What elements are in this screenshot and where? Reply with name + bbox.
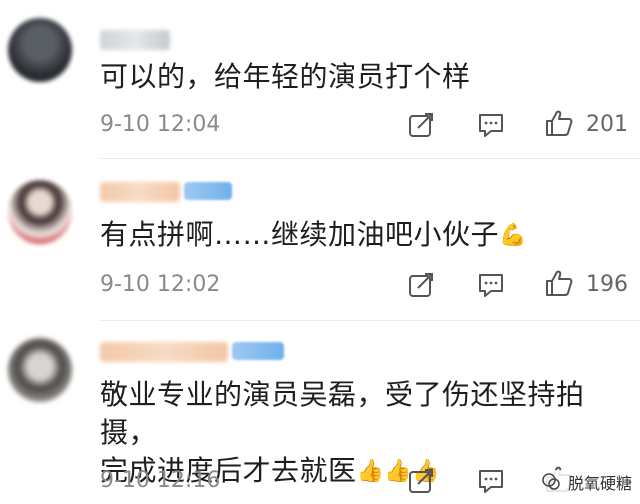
- vip-badge: [232, 342, 284, 360]
- comment-text-line-1: 敬业专业的演员吴磊，受了伤还坚持拍摄，: [100, 378, 585, 449]
- comment-2: 有点拼啊……继续加油吧小伙子💪 9-10 12:02 196: [0, 160, 640, 320]
- username[interactable]: [100, 182, 180, 202]
- watermark: 脱氧硬糖: [539, 470, 632, 494]
- divider: [100, 158, 640, 159]
- comment-text-body: 有点拼啊……继续加油吧小伙子: [100, 218, 500, 251]
- avatar[interactable]: [8, 180, 72, 244]
- repost-icon[interactable]: [406, 270, 436, 300]
- wechat-icon: [542, 473, 560, 490]
- repost-icon[interactable]: [406, 466, 436, 496]
- thumbs-up-icon[interactable]: [544, 108, 574, 138]
- comment-time: 9-10 12:04: [100, 112, 221, 137]
- comment-time: 9-10 12:16: [100, 468, 221, 493]
- comment-icon[interactable]: [476, 466, 506, 496]
- watermark-text: 脱氧硬糖: [567, 474, 632, 493]
- comment-text: 有点拼啊……继续加油吧小伙子💪: [100, 216, 630, 255]
- flexed-biceps-emoji: 💪: [499, 223, 527, 248]
- vip-badge: [184, 182, 232, 200]
- like-count: 196: [586, 272, 628, 297]
- username[interactable]: [100, 30, 170, 50]
- repost-icon[interactable]: [406, 110, 436, 140]
- avatar[interactable]: [8, 338, 72, 402]
- thumbs-up-icon[interactable]: [544, 268, 574, 298]
- comment-time: 9-10 12:02: [100, 272, 221, 297]
- username[interactable]: [100, 342, 228, 362]
- like-count: 201: [586, 112, 628, 137]
- comment-1: 可以的，给年轻的演员打个样 9-10 12:04 201: [0, 0, 640, 160]
- divider: [100, 320, 640, 321]
- comment-icon[interactable]: [476, 110, 506, 140]
- comment-icon[interactable]: [476, 270, 506, 300]
- comment-text: 可以的，给年轻的演员打个样: [100, 60, 471, 93]
- avatar[interactable]: [8, 18, 72, 82]
